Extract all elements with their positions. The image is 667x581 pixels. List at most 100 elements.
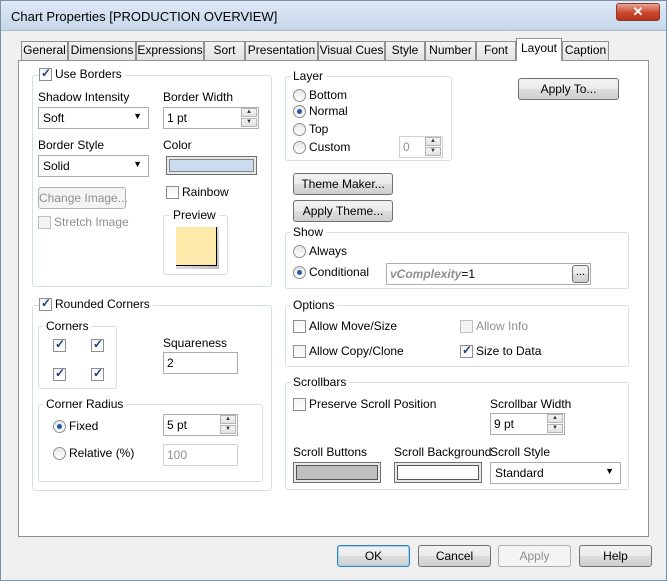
tab-font[interactable]: Font <box>476 41 516 60</box>
border-width-spinner[interactable]: ▲ ▼ <box>241 108 258 128</box>
scroll-buttons-swatch <box>296 465 378 480</box>
show-always-label: Always <box>309 244 348 258</box>
apply-theme-button[interactable]: Apply Theme... <box>293 200 393 222</box>
layer-label: Layer <box>290 69 327 83</box>
allow-move-size-checkbox[interactable] <box>293 320 306 333</box>
tab-sort[interactable]: Sort <box>204 41 245 60</box>
scroll-style-select[interactable]: Standard ▼ <box>490 462 621 484</box>
border-style-select[interactable]: Solid ▼ <box>38 155 149 177</box>
allow-move-size-label: Allow Move/Size <box>309 319 398 333</box>
radius-fixed-spinner[interactable]: ▲ ▼ <box>220 415 237 435</box>
show-always-radio[interactable] <box>293 245 306 258</box>
scroll-background-label: Scroll Background <box>394 445 492 459</box>
scroll-style-label: Scroll Style <box>490 445 551 459</box>
corner-bottom-left-checkbox[interactable] <box>53 366 66 381</box>
show-conditional-radio[interactable] <box>293 266 306 279</box>
layer-custom-label: Custom <box>309 140 351 154</box>
layer-bottom-label: Bottom <box>309 88 348 102</box>
ok-button[interactable]: OK <box>337 545 410 567</box>
squareness-label: Squareness <box>163 336 228 350</box>
size-to-data-label: Size to Data <box>476 344 542 358</box>
cancel-button[interactable]: Cancel <box>418 545 491 567</box>
layer-custom-input[interactable]: 0 ▲ ▼ <box>399 136 443 158</box>
chevron-down-icon: ▼ <box>133 159 142 169</box>
allow-copy-clone-label: Allow Copy/Clone <box>309 344 404 358</box>
preserve-scroll-position-label: Preserve Scroll Position <box>309 397 437 411</box>
scrollbar-width-spinner[interactable]: ▲ ▼ <box>547 414 564 434</box>
spin-up-icon[interactable]: ▲ <box>241 108 257 117</box>
help-button[interactable]: Help <box>579 545 652 567</box>
border-width-input[interactable]: 1 pt ▲ ▼ <box>163 107 259 129</box>
tab-expressions[interactable]: Expressions <box>136 41 204 60</box>
chevron-down-icon: ▼ <box>605 466 614 476</box>
close-button[interactable]: ✕ <box>616 3 660 21</box>
tab-general[interactable]: General <box>21 41 68 60</box>
scrollbar-width-input[interactable]: 9 pt ▲ ▼ <box>490 413 565 435</box>
corner-bottom-right-checkbox[interactable] <box>91 366 104 381</box>
radius-fixed-input[interactable]: 5 pt ▲ ▼ <box>163 414 238 436</box>
tab-dimensions[interactable]: Dimensions <box>68 41 136 60</box>
scroll-buttons-color-button[interactable] <box>293 462 381 483</box>
tab-layout[interactable]: Layout <box>516 38 562 61</box>
rounded-corners-label: Rounded Corners <box>52 297 153 311</box>
rainbow-checkbox[interactable] <box>166 186 179 199</box>
scroll-buttons-label: Scroll Buttons <box>293 445 368 459</box>
show-condition-input[interactable]: vComplexity=1 <box>386 263 591 285</box>
tab-style[interactable]: Style <box>385 41 425 60</box>
theme-maker-button[interactable]: Theme Maker... <box>293 173 393 195</box>
corners-label: Corners <box>43 319 92 333</box>
rounded-corners-checkbox[interactable] <box>39 296 52 311</box>
layer-top-radio[interactable] <box>293 123 306 136</box>
preserve-scroll-position-checkbox[interactable] <box>293 398 306 411</box>
layer-custom-spinner[interactable]: ▲ ▼ <box>425 137 442 157</box>
border-width-label: Border Width <box>163 90 234 104</box>
allow-copy-clone-checkbox[interactable] <box>293 345 306 358</box>
chevron-down-icon: ▼ <box>133 111 142 121</box>
spin-up-icon[interactable]: ▲ <box>425 137 441 146</box>
layer-custom-radio[interactable] <box>293 141 306 154</box>
spin-up-icon[interactable]: ▲ <box>547 414 563 423</box>
scrollbar-width-label: Scrollbar Width <box>490 397 572 411</box>
spin-down-icon[interactable]: ▼ <box>425 147 441 156</box>
size-to-data-checkbox[interactable] <box>460 343 473 358</box>
scroll-background-swatch <box>397 465 479 480</box>
tab-caption[interactable]: Caption <box>562 41 609 60</box>
radius-relative-radio[interactable] <box>53 447 66 460</box>
spin-down-icon[interactable]: ▼ <box>220 425 236 434</box>
condition-browse-button[interactable]: ... <box>572 265 589 283</box>
condition-operator: =1 <box>461 267 476 281</box>
use-borders-checkbox[interactable] <box>39 66 52 81</box>
change-image-button[interactable]: Change Image... <box>38 187 128 209</box>
radius-fixed-radio[interactable] <box>53 420 66 433</box>
window-title: Chart Properties [PRODUCTION OVERVIEW] <box>11 9 278 24</box>
stretch-image-label: Stretch Image <box>54 215 129 229</box>
spin-down-icon[interactable]: ▼ <box>547 424 563 433</box>
tab-number[interactable]: Number <box>425 41 476 60</box>
border-color-button[interactable] <box>166 156 257 175</box>
corners-group <box>38 326 117 389</box>
shadow-intensity-label: Shadow Intensity <box>38 90 130 104</box>
use-borders-label: Use Borders <box>52 67 125 81</box>
radius-relative-input[interactable]: 100 <box>163 444 238 466</box>
apply-button[interactable]: Apply <box>498 545 571 567</box>
corner-top-right-checkbox[interactable] <box>91 337 104 352</box>
scroll-background-color-button[interactable] <box>394 462 482 483</box>
layer-bottom-radio[interactable] <box>293 89 306 102</box>
squareness-input[interactable]: 2 <box>163 352 238 374</box>
allow-info-label: Allow Info <box>476 319 529 333</box>
scrollbars-label: Scrollbars <box>290 375 350 389</box>
border-color-swatch <box>169 159 254 172</box>
apply-to-button[interactable]: Apply To... <box>518 78 619 100</box>
layer-normal-radio[interactable] <box>293 105 306 118</box>
tab-visual-cues[interactable]: Visual Cues <box>318 41 385 60</box>
stretch-image-checkbox[interactable] <box>38 216 51 229</box>
spin-up-icon[interactable]: ▲ <box>220 415 236 424</box>
spin-down-icon[interactable]: ▼ <box>241 118 257 127</box>
radius-fixed-label: Fixed <box>69 419 99 433</box>
radius-relative-label: Relative (%) <box>69 446 135 460</box>
chart-properties-dialog: Chart Properties [PRODUCTION OVERVIEW] ✕… <box>0 0 667 581</box>
corner-top-left-checkbox[interactable] <box>53 337 66 352</box>
tab-presentation[interactable]: Presentation <box>245 41 318 60</box>
allow-info-checkbox[interactable] <box>460 320 473 333</box>
shadow-intensity-select[interactable]: Soft ▼ <box>38 107 149 129</box>
